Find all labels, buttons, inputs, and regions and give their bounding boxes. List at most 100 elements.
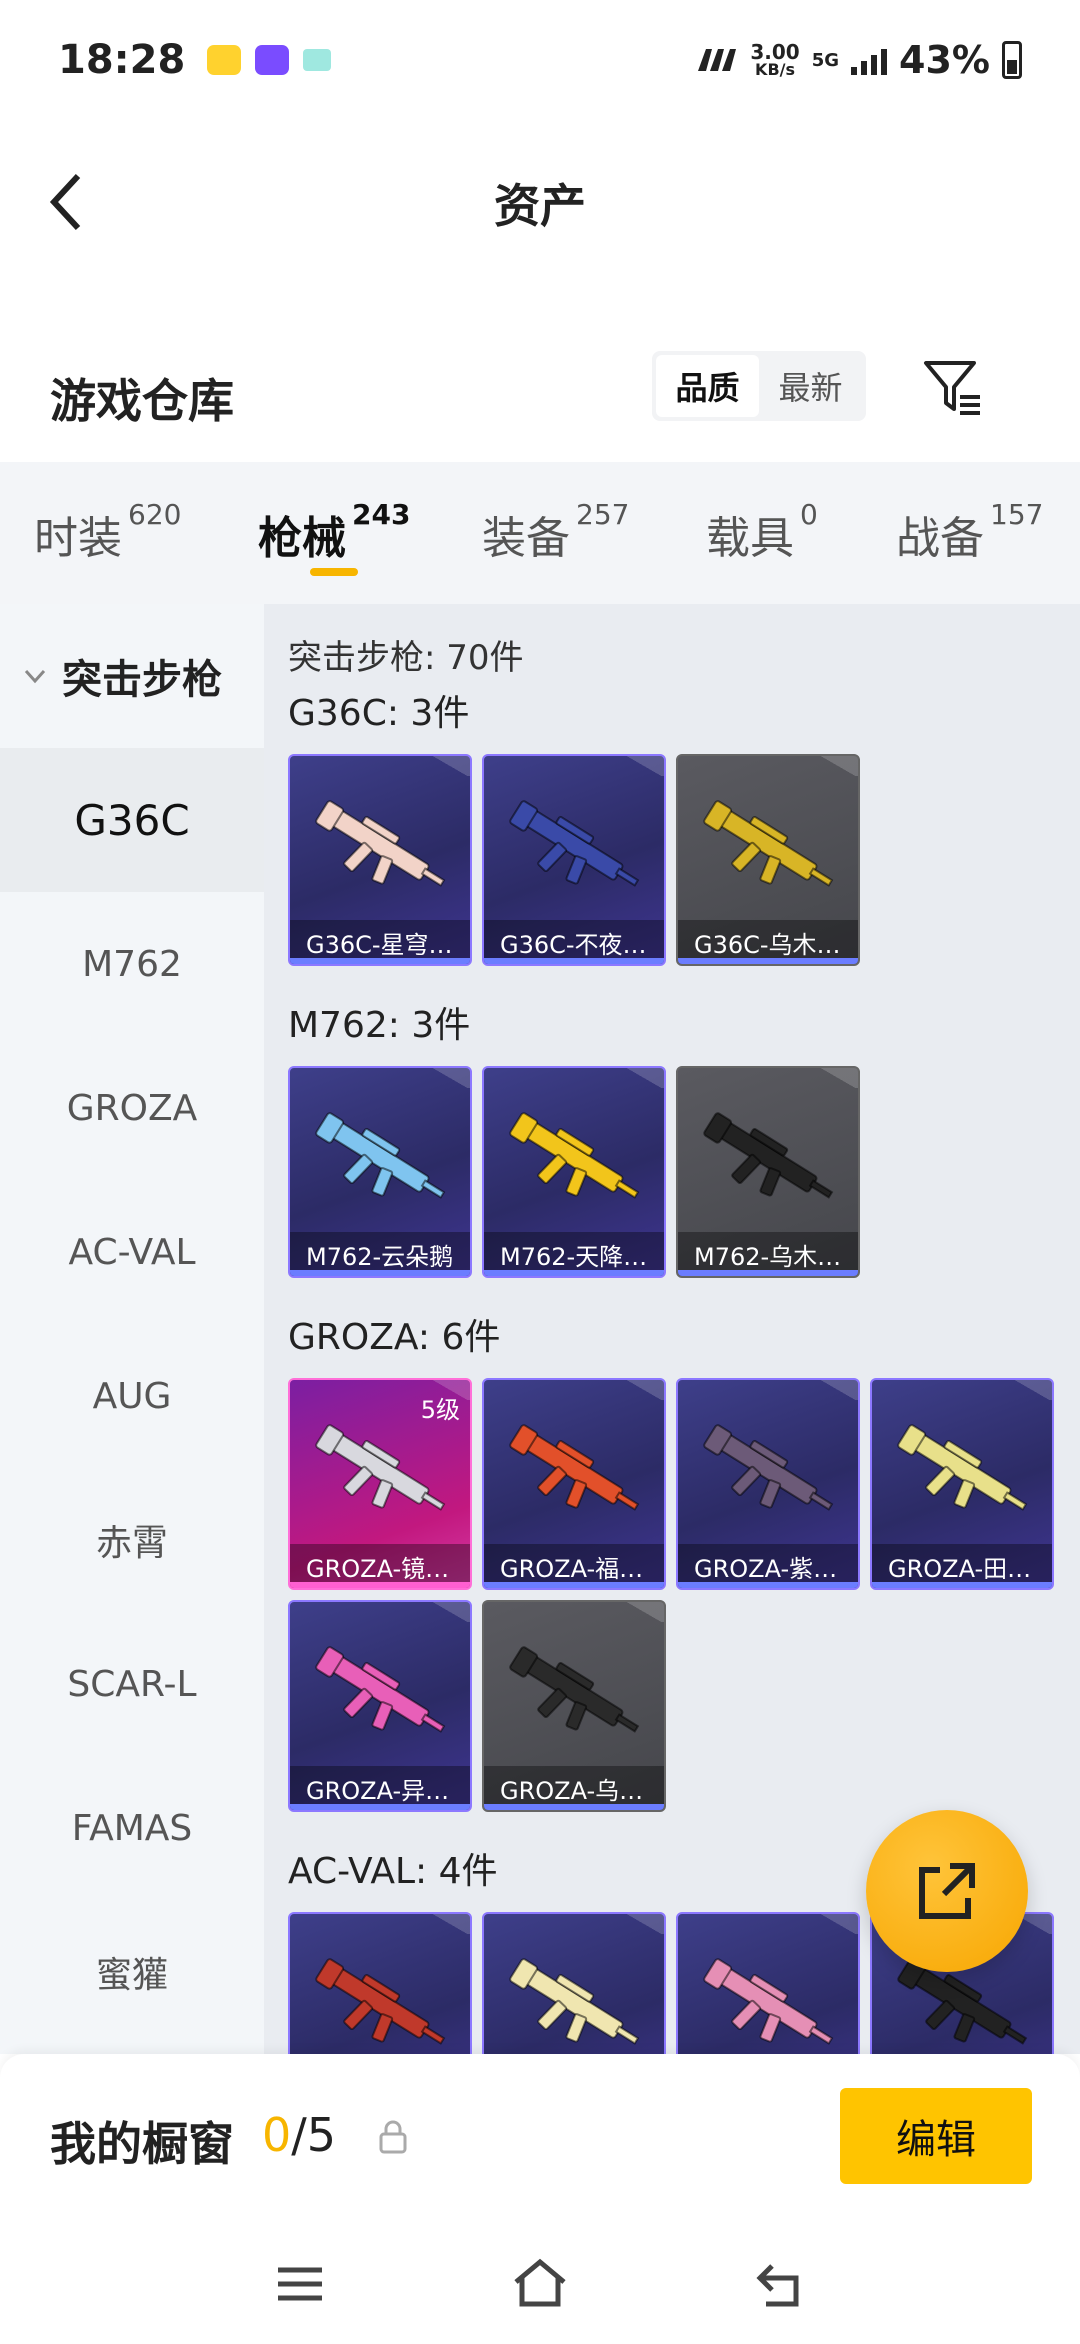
sort-newest-option[interactable]: 最新 [759, 355, 862, 417]
rarity-bar [484, 1582, 664, 1588]
lock-icon [379, 2120, 407, 2154]
sidebar-item-m762[interactable]: M762 [0, 892, 264, 1036]
weapon-card[interactable]: M762-云朵鹅 [288, 1066, 472, 1278]
warehouse-title: 游戏仓库 [50, 374, 234, 428]
rarity-bar [484, 1270, 664, 1276]
sidebar-item-g36c[interactable]: G36C [0, 748, 264, 892]
sidebar-item-chixiao[interactable]: 赤霄 [0, 1468, 264, 1612]
rarity-bar [290, 1582, 470, 1588]
page-header: 资产 [0, 140, 1080, 260]
signal-bars-icon [851, 45, 888, 75]
card-corner [818, 756, 858, 776]
weapon-card[interactable]: GROZA-乌… [482, 1600, 666, 1812]
weapon-card[interactable]: 5级 GROZA-镜… [288, 1378, 472, 1590]
rarity-bar [290, 958, 470, 964]
tab-firearms[interactable]: 枪械 243 [258, 498, 410, 566]
rarity-bar [290, 1270, 470, 1276]
home-icon[interactable] [512, 2256, 568, 2312]
network-speed: 3.00 KB/s [750, 40, 800, 79]
app-notification-icon [207, 45, 242, 75]
weapon-card[interactable]: GROZA-福… [482, 1378, 666, 1590]
rifle-icon [509, 1958, 640, 2045]
weapon-card[interactable]: G36C-星穹… [288, 754, 472, 966]
rarity-bar [484, 958, 664, 964]
weapon-card[interactable] [288, 1912, 472, 2054]
card-corner [430, 1602, 470, 1622]
sidebar-item-groza[interactable]: GROZA [0, 1036, 264, 1180]
section-title: GROZA: 6件 [288, 1317, 501, 1358]
sidebar-item-scar-l[interactable]: SCAR-L [0, 1612, 264, 1756]
sidebar-group-assault-rifles[interactable]: 突击步枪 [0, 604, 264, 748]
sidebar-item-famas[interactable]: FAMAS [0, 1756, 264, 1900]
rarity-bar [290, 1804, 470, 1810]
weapon-sidebar: 突击步枪 G36C M762 GROZA AC-VAL AUG 赤霄 SCAR-… [0, 604, 264, 2054]
card-corner [818, 1380, 858, 1400]
rifle-icon [509, 800, 640, 887]
tab-costume[interactable]: 时装 620 [34, 498, 181, 566]
back-nav-icon[interactable] [752, 2256, 808, 2312]
sidebar-item-honey-badger[interactable]: 蜜獾 [0, 1900, 264, 2044]
card-corner [624, 756, 664, 776]
rifle-icon [509, 1112, 640, 1199]
rifle-icon [509, 1646, 640, 1733]
rifle-icon [315, 1424, 446, 1511]
showcase-title: 我的橱窗 [50, 2117, 234, 2171]
rifle-icon [703, 1424, 834, 1511]
status-bar: 18:28 3.00 KB/s 5G 43% [0, 0, 1080, 120]
sidebar-item-aug[interactable]: AUG [0, 1324, 264, 1468]
status-time: 18:28 [58, 37, 186, 83]
tab-equipment[interactable]: 装备 257 [482, 498, 629, 566]
warehouse-row: 游戏仓库 品质 最新 [0, 345, 1080, 455]
card-corner [624, 1602, 664, 1622]
weapon-card[interactable]: M762-乌木… [676, 1066, 860, 1278]
card-corner [430, 1068, 470, 1088]
rarity-bar [872, 1582, 1052, 1588]
menu-icon[interactable] [272, 2256, 328, 2312]
card-corner [624, 1914, 664, 1934]
section-title: AC-VAL: 4件 [288, 1851, 498, 1892]
chevron-down-icon [24, 669, 46, 684]
system-nav-bar [0, 2214, 1080, 2344]
section-title: G36C: 3件 [288, 693, 470, 734]
sidebar-item-ac-val[interactable]: AC-VAL [0, 1180, 264, 1324]
rifle-icon [897, 1424, 1028, 1511]
card-corner [430, 1914, 470, 1934]
rifle-icon [315, 800, 446, 887]
active-tab-indicator [310, 568, 358, 576]
weapon-card[interactable]: GROZA-紫… [676, 1378, 860, 1590]
rifle-icon [509, 1424, 640, 1511]
filter-icon[interactable] [920, 355, 984, 419]
card-corner [818, 1914, 858, 1934]
notification-icons [207, 45, 332, 75]
weapon-card[interactable]: G36C-乌木… [676, 754, 860, 966]
tab-vehicles[interactable]: 载具 0 [706, 498, 818, 566]
weapon-card[interactable]: GROZA-异… [288, 1600, 472, 1812]
weapon-card[interactable] [482, 1912, 666, 2054]
level-badge: 5级 [420, 1396, 460, 1424]
rarity-bar [484, 1804, 664, 1810]
battery-icon [1002, 41, 1022, 79]
showcase-count: 0/5 [262, 2108, 337, 2162]
rarity-bar [678, 958, 858, 964]
weapon-card[interactable]: M762-天降… [482, 1066, 666, 1278]
sort-quality-option[interactable]: 品质 [656, 355, 759, 417]
showcase-bar: 我的橱窗 0/5 编辑 [0, 2054, 1080, 2214]
section-title: M762: 3件 [288, 1005, 471, 1046]
rarity-bar [678, 1270, 858, 1276]
category-total: 突击步枪: 70件 [288, 638, 524, 678]
weapon-card[interactable]: GROZA-田… [870, 1378, 1054, 1590]
card-corner [818, 1068, 858, 1088]
share-icon [919, 1863, 975, 1919]
rifle-icon [703, 1958, 834, 2045]
card-corner [1012, 1380, 1052, 1400]
rifle-icon [315, 1958, 446, 2045]
network-type: 5G [811, 49, 840, 71]
weapon-card[interactable] [676, 1912, 860, 2054]
page-title: 资产 [494, 179, 586, 233]
rifle-icon [315, 1646, 446, 1733]
edit-button[interactable]: 编辑 [840, 2088, 1032, 2184]
card-corner [624, 1068, 664, 1088]
share-button[interactable] [866, 1810, 1028, 1972]
weapon-card[interactable]: G36C-不夜… [482, 754, 666, 966]
tab-combat-gear[interactable]: 战备 157 [896, 498, 1043, 566]
